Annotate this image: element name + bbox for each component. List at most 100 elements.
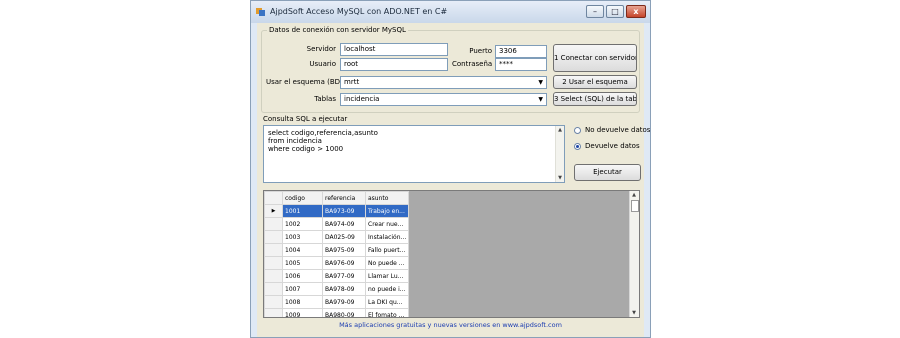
table-cell[interactable]: 1009 [282, 308, 323, 317]
query-group-legend: Consulta SQL a ejecutar [263, 115, 348, 123]
table-cell[interactable]: 1003 [282, 230, 323, 244]
table-row[interactable]: 1006 BA977-09 Llamar Lu... [264, 269, 410, 283]
table-cell[interactable]: BA973-09 [322, 204, 366, 218]
table-cell[interactable]: Trabajo en... [364, 204, 410, 218]
connection-groupbox: Datos de conexión con servidor MySQL Ser… [261, 26, 640, 113]
sql-scrollbar[interactable]: ▲ ▼ [555, 126, 564, 182]
table-row[interactable]: 1007 BA978-09 no puede i... [264, 282, 410, 296]
use-schema-button[interactable]: 2 Usar el esquema [553, 75, 637, 89]
table-cell[interactable]: BA976-09 [322, 256, 366, 270]
table-cell[interactable]: BA980-09 [322, 308, 366, 317]
schema-selected-value: mrtt [344, 78, 360, 86]
chevron-down-icon: ▼ [538, 79, 543, 86]
window-title: AjpdSoft Acceso MySQL con ADO.NET en C# [270, 7, 448, 16]
close-button[interactable]: x [626, 5, 646, 18]
returns-data-radio[interactable] [574, 143, 581, 150]
table-cell[interactable]: 1004 [282, 243, 323, 257]
row-header[interactable] [264, 282, 283, 296]
row-header[interactable] [264, 295, 283, 309]
tables-label: Tablas [314, 95, 336, 103]
table-cell[interactable]: Llamar Lu... [364, 269, 410, 283]
column-header[interactable]: asunto [364, 191, 410, 205]
scroll-down-icon[interactable]: ▼ [556, 175, 564, 181]
table-cell[interactable]: 1008 [282, 295, 323, 309]
password-label: Contraseña [452, 60, 493, 68]
schema-dropdown[interactable]: mrtt ▼ [340, 76, 547, 89]
scroll-up-icon[interactable]: ▲ [630, 192, 638, 198]
window-bottom-border [257, 330, 644, 337]
grid-vertical-scrollbar[interactable]: ▲ ▼ [629, 191, 639, 317]
table-cell[interactable]: Crear nue... [364, 217, 410, 231]
scroll-up-icon[interactable]: ▲ [556, 127, 564, 133]
tables-dropdown[interactable]: incidencia ▼ [340, 93, 547, 106]
table-row[interactable]: 1009 BA980-09 El fomato ... [264, 308, 410, 317]
table-cell[interactable]: DA025-09 [322, 230, 366, 244]
usuario-input[interactable]: root [340, 58, 448, 71]
scroll-down-icon[interactable]: ▼ [630, 310, 638, 316]
minimize-button[interactable]: – [586, 5, 604, 18]
no-data-radio[interactable] [574, 127, 581, 134]
table-cell[interactable]: BA978-09 [322, 282, 366, 296]
sql-query-textarea[interactable]: select codigo,referencia,asunto from inc… [263, 125, 565, 183]
close-icon: x [633, 7, 639, 16]
usuario-label: Usuario [309, 60, 336, 68]
table-cell[interactable]: 1007 [282, 282, 323, 296]
connect-server-button[interactable]: 1 Conectar con servidor [553, 44, 637, 72]
row-header[interactable] [264, 243, 283, 257]
schema-label: Usar el esquema (BD) [266, 78, 343, 86]
footer-link[interactable]: Más aplicaciones gratuitas y nuevas vers… [257, 321, 644, 329]
table-row[interactable]: 1005 BA976-09 No puede ... [264, 256, 410, 270]
maximize-button[interactable]: □ [606, 5, 624, 18]
servidor-input[interactable]: localhost [340, 43, 448, 56]
title-bar[interactable]: AjpdSoft Acceso MySQL con ADO.NET en C# … [251, 1, 650, 23]
form-client-area: Datos de conexión con servidor MySQL Ser… [257, 23, 650, 330]
table-row[interactable]: 1004 BA975-09 Fallo puert... [264, 243, 410, 257]
column-header[interactable]: referencia [322, 191, 366, 205]
sql-line: select codigo,referencia,asunto [268, 129, 378, 137]
tables-selected-value: incidencia [344, 95, 380, 103]
table-cell[interactable]: BA975-09 [322, 243, 366, 257]
minimize-icon: – [593, 7, 597, 16]
password-input[interactable]: **** [495, 58, 547, 71]
servidor-label: Servidor [306, 45, 336, 53]
execute-button[interactable]: Ejecutar [574, 164, 641, 181]
row-header[interactable] [264, 308, 283, 317]
table-cell[interactable]: BA979-09 [322, 295, 366, 309]
connection-group-legend: Datos de conexión con servidor MySQL [267, 26, 408, 34]
table-cell[interactable]: Fallo puert... [364, 243, 410, 257]
table-cell[interactable]: no puede i... [364, 282, 410, 296]
chevron-down-icon: ▼ [538, 96, 543, 103]
radio-selected-dot [576, 145, 579, 148]
table-cell[interactable]: No puede ... [364, 256, 410, 270]
table-row[interactable]: ▶ 1001 BA973-09 Trabajo en... [264, 204, 410, 218]
puerto-input[interactable]: 3306 [495, 45, 547, 58]
column-header[interactable]: codigo [282, 191, 323, 205]
results-datagrid[interactable]: codigo referencia asunto ▶ 1001 BA973-09… [263, 190, 640, 318]
row-header[interactable] [264, 230, 283, 244]
table-cell[interactable]: BA974-09 [322, 217, 366, 231]
main-window: AjpdSoft Acceso MySQL con ADO.NET en C# … [250, 0, 651, 338]
no-data-radio-label: No devuelve datos [585, 126, 651, 134]
table-cell[interactable]: BA977-09 [322, 269, 366, 283]
table-cell[interactable]: 1001 [282, 204, 323, 218]
table-cell[interactable]: Instalación... [364, 230, 410, 244]
sql-line: where codigo > 1000 [268, 145, 344, 153]
row-header[interactable] [264, 217, 283, 231]
row-header-corner [264, 191, 283, 205]
table-cell[interactable]: 1005 [282, 256, 323, 270]
select-table-button[interactable]: 3 Select (SQL) de la tabla [553, 92, 637, 106]
table-row[interactable]: 1002 BA974-09 Crear nue... [264, 217, 410, 231]
current-row-indicator-icon[interactable]: ▶ [264, 204, 283, 218]
row-header[interactable] [264, 269, 283, 283]
app-window-icon [256, 8, 265, 16]
table-row[interactable]: 1008 BA979-09 La DKI qu... [264, 295, 410, 309]
table-cell[interactable]: La DKI qu... [364, 295, 410, 309]
table-cell[interactable]: El fomato ... [364, 308, 410, 317]
scroll-thumb[interactable] [631, 200, 639, 212]
puerto-label: Puerto [469, 47, 492, 55]
table-cell[interactable]: 1002 [282, 217, 323, 231]
table-row[interactable]: 1003 DA025-09 Instalación... [264, 230, 410, 244]
table-cell[interactable]: 1006 [282, 269, 323, 283]
maximize-icon: □ [611, 7, 619, 16]
row-header[interactable] [264, 256, 283, 270]
